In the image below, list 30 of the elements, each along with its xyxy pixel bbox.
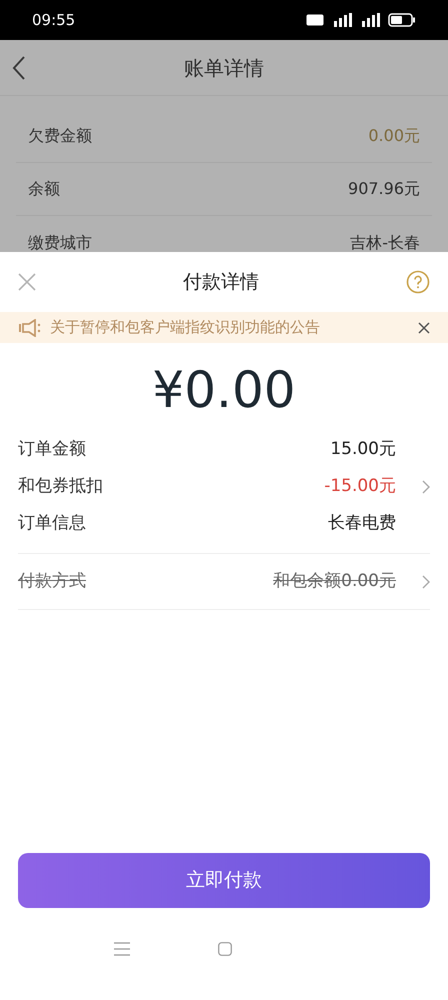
row-value: 和包余额0.00元 [273, 570, 396, 593]
notice-text[interactable]: 关于暂停和包客户端指纹识别功能的公告 [50, 316, 410, 339]
row-value: 长春电费 [328, 512, 396, 535]
row-value: 0.00元 [368, 125, 420, 147]
status-time: 09:55 [32, 10, 76, 31]
row-label: 和包券抵扣 [18, 474, 104, 498]
row-value: -15.00元 [324, 474, 396, 498]
row-value: 吉林-长春 [350, 232, 420, 252]
home-icon[interactable] [218, 942, 232, 956]
menu-icon[interactable] [114, 942, 130, 956]
signal-icon [332, 13, 352, 27]
row-label: 订单金额 [18, 438, 87, 461]
row-value: 907.96元 [348, 178, 420, 200]
close-icon[interactable] [418, 322, 430, 334]
back-icon[interactable] [12, 54, 26, 80]
battery-icon [388, 13, 416, 27]
row-label: 余额 [28, 178, 60, 200]
speaker-icon [18, 318, 42, 336]
payment-amount: ¥0.00 [151, 360, 297, 421]
page-title: 账单详情 [184, 54, 264, 82]
pay-button[interactable]: 立即付款 [18, 853, 430, 908]
row-value: 15.00元 [330, 438, 396, 461]
chevron-right-icon[interactable] [422, 480, 430, 494]
row-label: 付款方式 [18, 570, 87, 593]
row-label: 欠费金额 [28, 125, 92, 147]
help-icon[interactable] [406, 270, 430, 294]
sheet-title: 付款详情 [183, 270, 259, 295]
signal-icon [360, 13, 380, 27]
row-label: 缴费城市 [28, 232, 92, 252]
row-label: 订单信息 [18, 512, 87, 535]
